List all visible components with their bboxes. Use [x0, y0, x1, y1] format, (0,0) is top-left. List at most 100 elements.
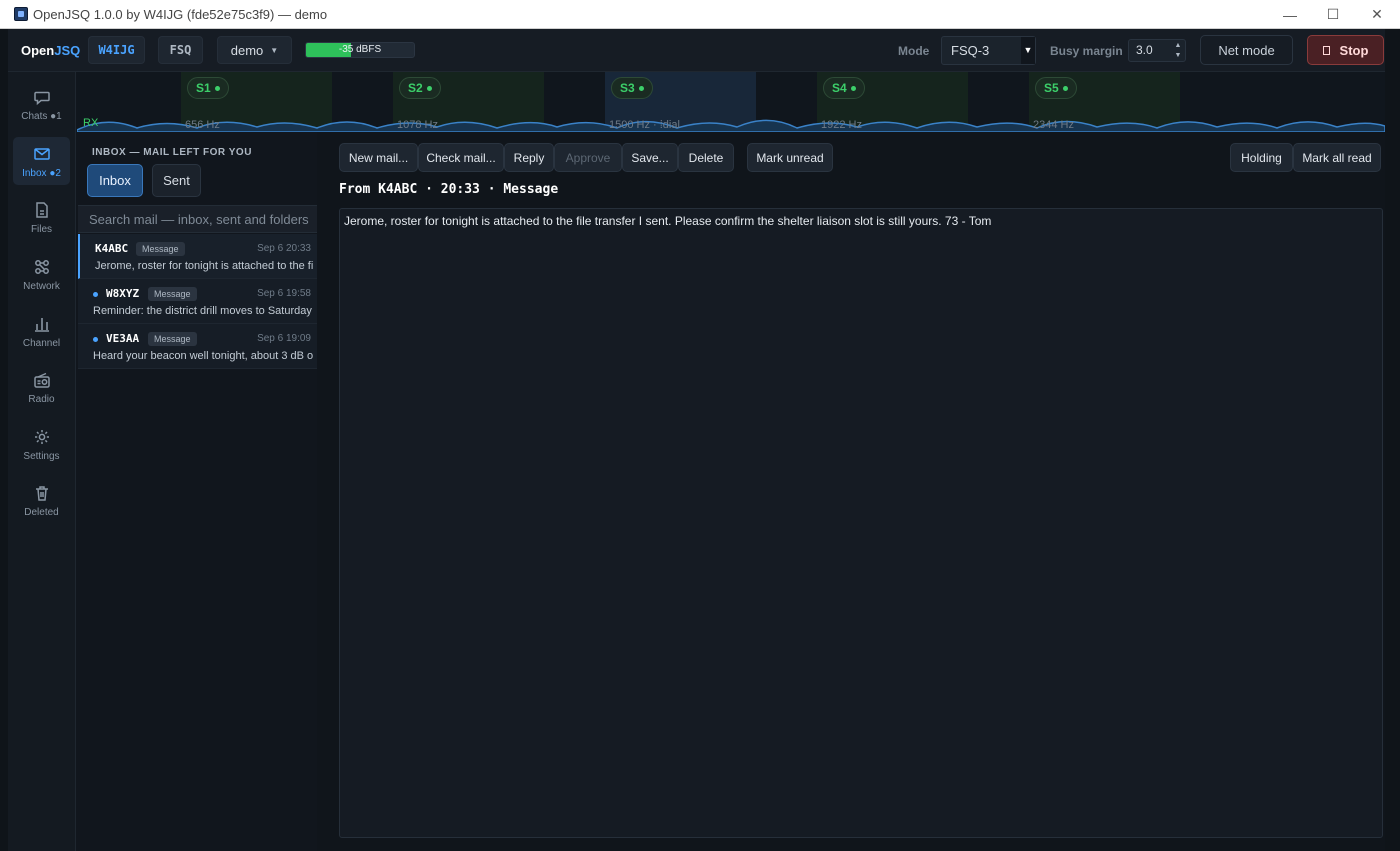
slot-chip-s1[interactable]: S1: [187, 77, 229, 99]
slot-chip-s4[interactable]: S4: [823, 77, 865, 99]
maximize-icon: ☐: [1326, 6, 1340, 22]
unread-dot-icon: [93, 292, 98, 297]
app-icon: [14, 7, 28, 21]
mail-from: K4ABC: [95, 242, 129, 255]
mail-list-pane: INBOX — MAIL LEFT FOR YOU Inbox Sent Sea…: [77, 132, 317, 851]
brand-open: Open: [21, 43, 55, 58]
minimize-icon: —: [1283, 6, 1297, 23]
minimize-button[interactable]: —: [1268, 0, 1312, 29]
mail-row[interactable]: K4ABC Message Sep 6 20:33 Jerome, roster…: [78, 234, 317, 279]
sidebar-item-label: Channel: [22, 338, 61, 349]
mail-snippet: Heard your beacon well tonight, about 3 …: [93, 350, 313, 362]
rx-indicator: RX: [83, 117, 99, 129]
stepper-arrows-icon[interactable]: ▲ ▼: [1173, 41, 1183, 61]
audio-level-meter: -35 dBFS: [305, 42, 415, 58]
network-icon: [34, 260, 49, 274]
bar-chart-icon: [34, 318, 49, 332]
slot-chip-s2[interactable]: S2: [399, 77, 441, 99]
save-button[interactable]: Save...: [622, 143, 678, 172]
mail-from: W8XYZ: [106, 287, 140, 300]
busy-margin-stepper[interactable]: 3.0 ▲ ▼: [1128, 39, 1186, 62]
mail-row[interactable]: W8XYZ Message Sep 6 19:58 Reminder: the …: [78, 279, 317, 324]
slot-frequency: 1078 Hz: [397, 119, 438, 131]
close-window-button[interactable]: ✕: [1355, 0, 1399, 29]
status-dot-icon: [214, 86, 220, 92]
mail-snippet: Jerome, roster for tonight is attached t…: [95, 260, 314, 272]
gear-icon: [34, 430, 49, 444]
sidebar-item-radio[interactable]: Radio: [13, 363, 70, 411]
audio-level-label: -35 dBFS: [338, 44, 382, 55]
waterfall-band[interactable]: S1 S2 S3 S4 S5 RX 656 Hz 1078 Hz 1500 Hz…: [77, 72, 1385, 132]
sidebar-item-settings[interactable]: Settings: [13, 420, 70, 468]
maximize-button[interactable]: ☐: [1311, 0, 1355, 29]
net-mode-button[interactable]: Net mode: [1200, 35, 1293, 65]
message-reader: New mail... Check mail... Reply Approve …: [317, 132, 1385, 851]
holding-button[interactable]: Holding: [1230, 143, 1293, 172]
sidebar-item-label: Chats ●1: [21, 111, 62, 122]
mark-all-read-button[interactable]: Mark all read: [1293, 143, 1381, 172]
new-mail-button[interactable]: New mail...: [339, 143, 418, 172]
status-dot-icon: [638, 86, 644, 92]
callsign-button[interactable]: W4IJG: [88, 36, 145, 64]
reply-button[interactable]: Reply: [504, 143, 554, 172]
envelope-icon: [33, 148, 50, 160]
sidebar-item-label: Deleted: [24, 507, 59, 518]
message-header: From K4ABC · 20:33 · Message: [339, 182, 559, 197]
mail-date: Sep 6 20:33: [257, 243, 311, 254]
mark-unread-button[interactable]: Mark unread: [747, 143, 833, 172]
slot-label: S3: [620, 81, 635, 95]
sidebar-item-label: Inbox ●2: [22, 168, 61, 179]
busy-margin-value: 3.0: [1136, 43, 1153, 57]
profile-label: demo: [230, 42, 264, 58]
slot-chip-s5[interactable]: S5: [1035, 77, 1077, 99]
stop-button[interactable]: Stop: [1307, 35, 1384, 65]
sidebar-item-label: Network: [23, 281, 60, 292]
unread-dot-icon: [93, 337, 98, 342]
mail-date: Sep 6 19:58: [257, 288, 311, 299]
sidebar-item-label: Files: [30, 224, 53, 235]
sidebar-item-files[interactable]: Files: [13, 193, 70, 241]
busy-margin-label: Busy margin: [1050, 44, 1123, 58]
protocol-button[interactable]: FSQ: [158, 36, 203, 64]
slot-label: S1: [196, 81, 211, 95]
inbox-heading: INBOX — MAIL LEFT FOR YOU: [92, 147, 252, 158]
chevron-down-icon: ▼: [1021, 37, 1035, 64]
slot-frequency: 1500 Hz · ⁞dial: [609, 119, 680, 131]
top-toolbar: OpenJSQ W4IJG FSQ demo ▼ -35 dBFS Mode FS…: [8, 29, 1385, 72]
slot-frequency: 656 Hz: [185, 119, 220, 131]
approve-button[interactable]: Approve: [554, 143, 622, 172]
sidebar-item-channel[interactable]: Channel: [13, 307, 70, 355]
brand-jsq: JSQ: [54, 43, 81, 58]
sidebar: Chats ●1 Inbox ●2 Files Network Channel …: [8, 72, 76, 851]
mail-date: Sep 6 19:09: [257, 333, 311, 344]
window-title: OpenJSQ 1.0.0 by W4IJG (fde52e75c3f9) — …: [33, 6, 328, 22]
stop-label: Stop: [1339, 42, 1369, 58]
mode-label: Mode: [898, 44, 930, 58]
window-titlebar: OpenJSQ 1.0.0 by W4IJG (fde52e75c3f9) — …: [0, 0, 1400, 29]
tab-sent[interactable]: Sent: [152, 164, 201, 197]
tab-inbox[interactable]: Inbox: [87, 164, 143, 197]
mode-select[interactable]: FSQ-3 ▼: [941, 36, 1036, 65]
app-window: OpenJSQ W4IJG FSQ demo ▼ -35 dBFS Mode FS…: [8, 29, 1385, 851]
sidebar-item-label: Radio: [28, 394, 55, 405]
trash-icon: [35, 486, 48, 501]
sidebar-item-chats[interactable]: Chats ●1: [13, 80, 70, 128]
slot-label: S5: [1044, 81, 1059, 95]
mail-type-badge: Message: [148, 332, 197, 346]
chevron-down-icon: ▼: [270, 45, 279, 55]
close-icon: ✕: [1371, 6, 1383, 22]
slot-chip-s3[interactable]: S3: [611, 77, 653, 99]
mode-value: FSQ-3: [951, 43, 990, 58]
message-body: Jerome, roster for tonight is attached t…: [339, 208, 1383, 838]
check-mail-button[interactable]: Check mail...: [418, 143, 504, 172]
sidebar-item-inbox[interactable]: Inbox ●2: [13, 137, 70, 185]
mail-row[interactable]: VE3AA Message Sep 6 19:09 Heard your bea…: [78, 324, 317, 369]
status-dot-icon: [1062, 86, 1068, 92]
radio-icon: [33, 372, 50, 388]
sidebar-item-network[interactable]: Network: [13, 250, 70, 298]
status-dot-icon: [850, 86, 856, 92]
sidebar-item-deleted[interactable]: Deleted: [13, 476, 70, 524]
profile-dropdown[interactable]: demo ▼: [217, 36, 292, 64]
search-input[interactable]: Search mail — inbox, sent and folders: [78, 205, 317, 233]
delete-button[interactable]: Delete: [678, 143, 734, 172]
